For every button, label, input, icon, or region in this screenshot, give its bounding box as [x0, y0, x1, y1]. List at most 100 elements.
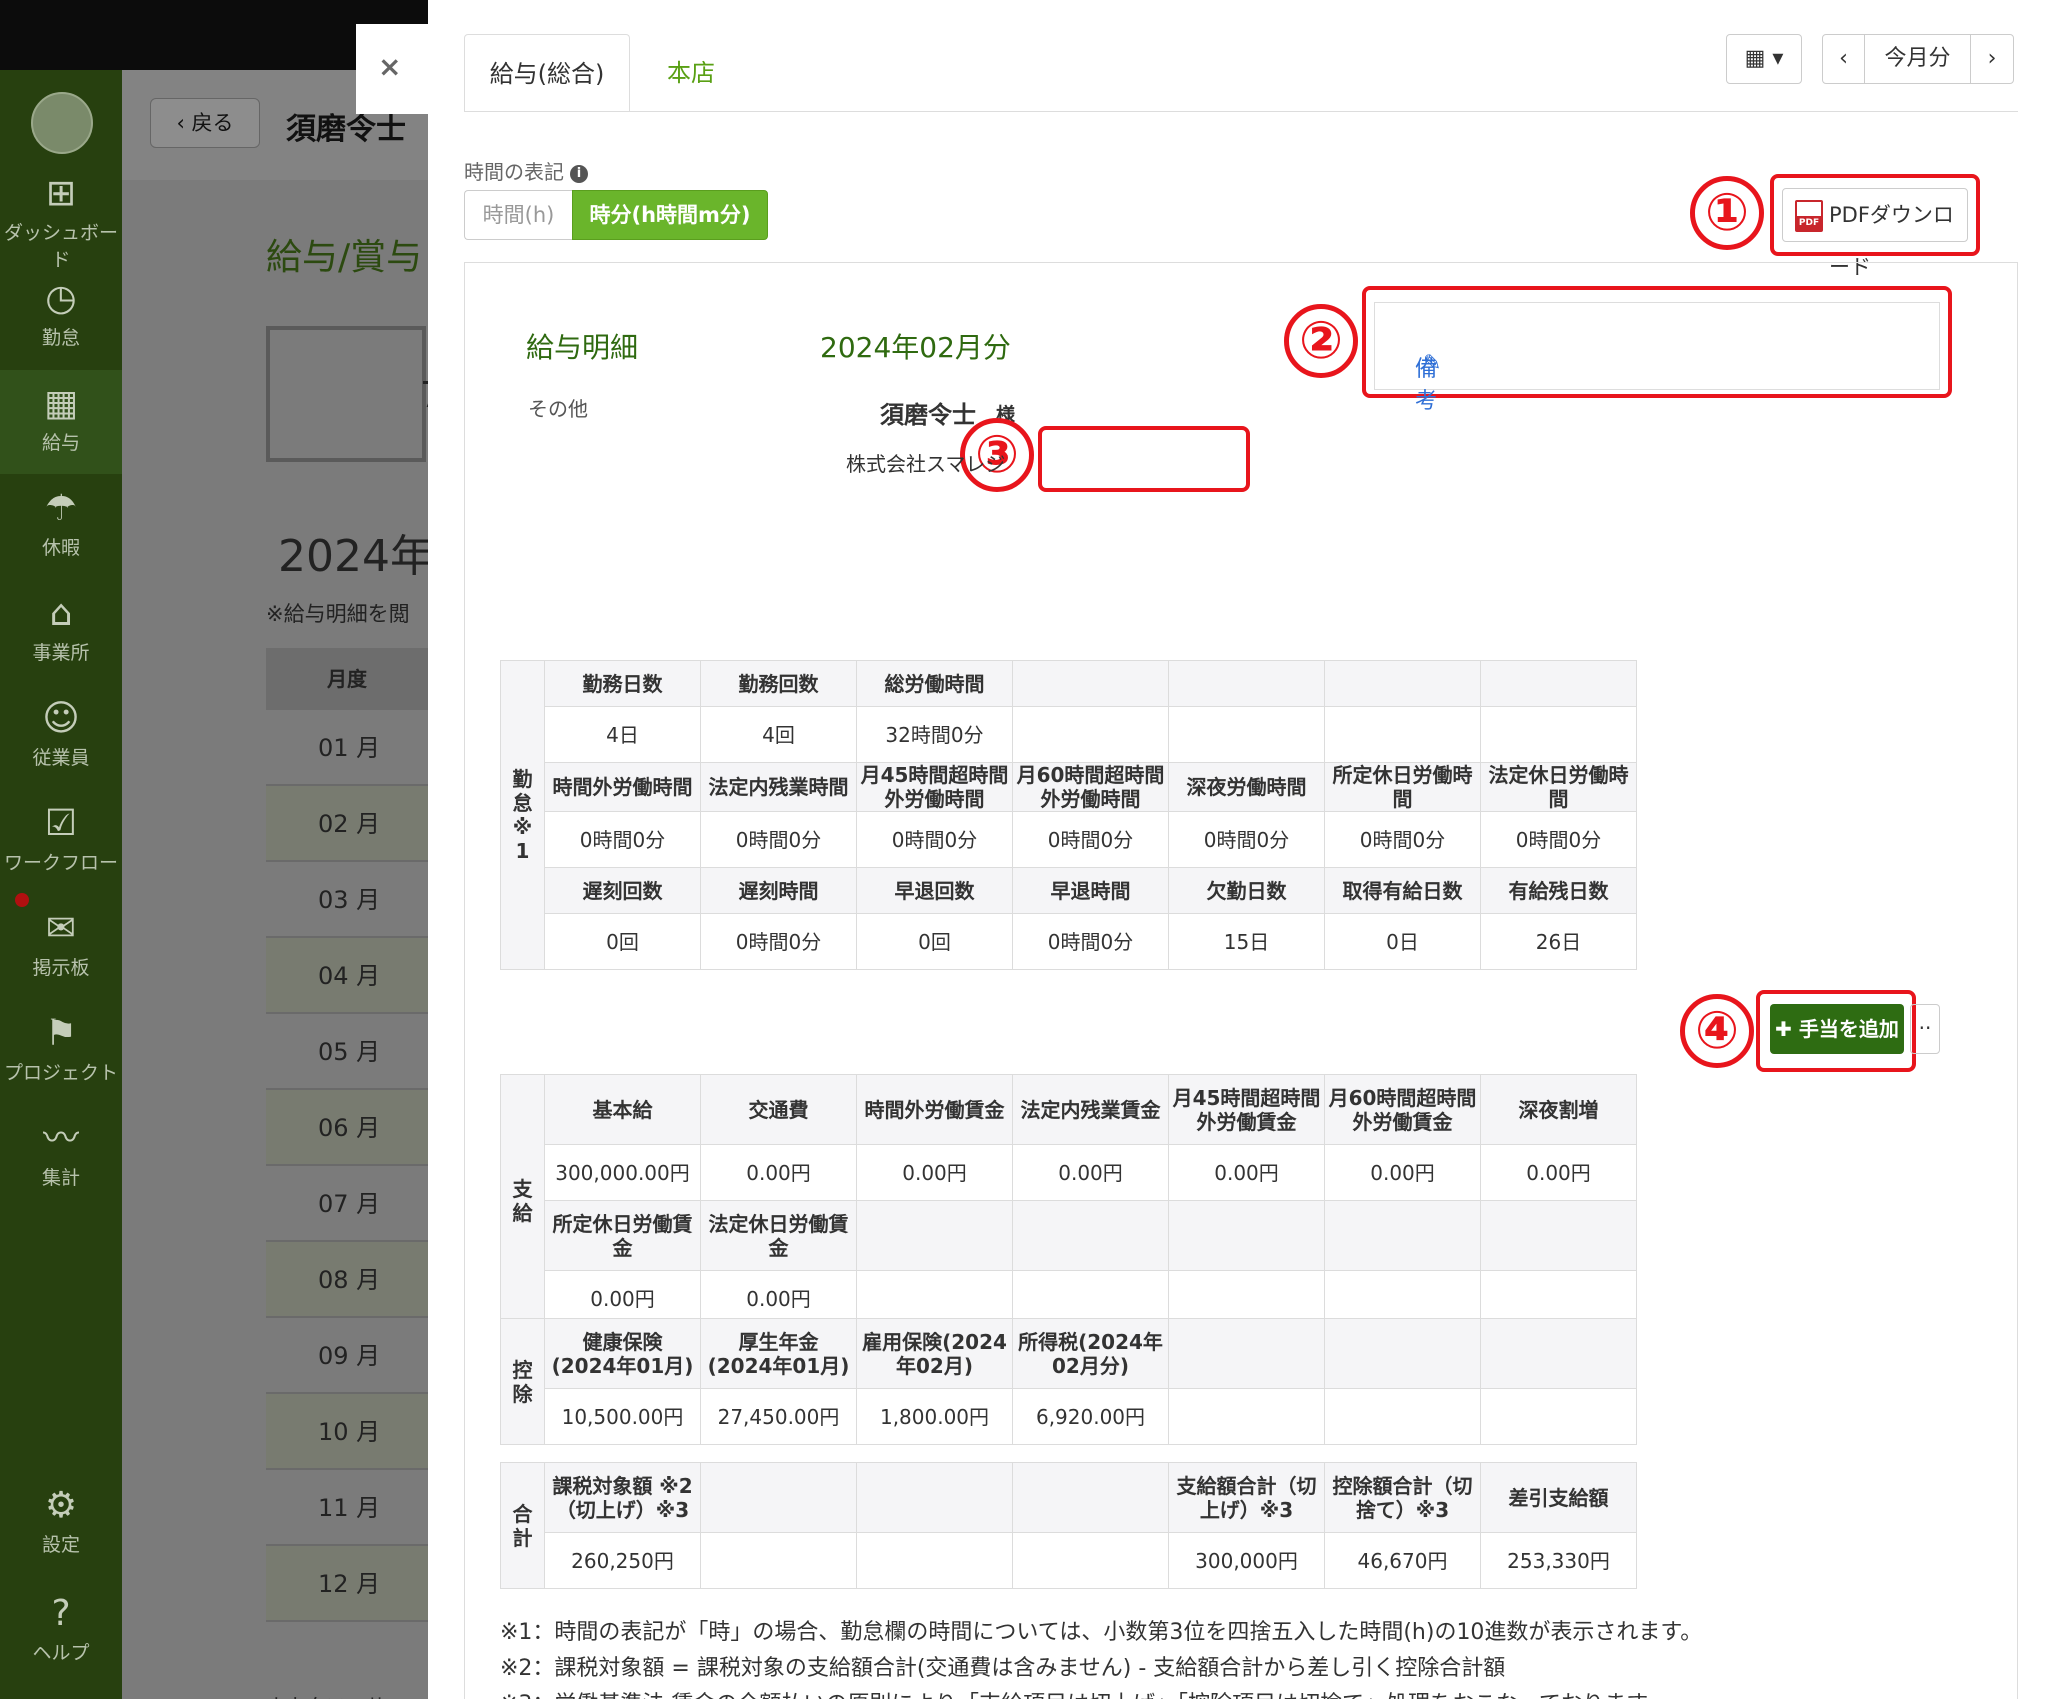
current-month-button[interactable]: 今月分	[1865, 35, 1971, 83]
plus-icon: ✚	[1775, 1017, 1792, 1041]
table-cell: 260,250円	[544, 1532, 701, 1589]
month-row[interactable]: 06 月	[266, 1090, 428, 1166]
pencil-icon: ✎	[1423, 351, 1442, 376]
payslip-title: 給与明細	[526, 331, 639, 364]
month-row[interactable]: 11 月	[266, 1470, 428, 1546]
month-row[interactable]: 08 月	[266, 1242, 428, 1318]
tab-payroll-total[interactable]: 給与(総合)	[464, 34, 630, 112]
time-format-hours-button[interactable]: 時間(h)	[464, 190, 572, 240]
notification-dot	[15, 893, 29, 907]
sidebar-item-6[interactable]: ☑ ワークフロー	[0, 790, 122, 894]
sidebar-item-5[interactable]: ☺ 従業員	[0, 685, 122, 789]
table-header-cell: 遅刻回数	[544, 867, 701, 914]
sidebar-item-label: ヘルプ	[32, 1642, 90, 1664]
sidebar-item-8[interactable]: ⚑ プロジェクト	[0, 1000, 122, 1104]
table-header-cell	[1324, 1200, 1481, 1271]
remarks-box[interactable]: 備考 ✎	[1374, 302, 1940, 414]
month-row[interactable]: 01 月	[266, 710, 428, 786]
calendar-icon: ▦	[1744, 46, 1766, 71]
annotation-box-3	[1038, 426, 1250, 492]
next-month-button[interactable]: ›	[1971, 35, 2013, 83]
table-header-cell: 月45時間超時間外労働賃金	[1168, 1074, 1325, 1145]
sidebar-item-9[interactable]: 〰集計	[0, 1105, 122, 1209]
table-header-cell	[1168, 1200, 1325, 1271]
table-header-cell: 勤務回数	[700, 660, 857, 707]
sidebar-item-3[interactable]: ☂ 休暇	[0, 475, 122, 579]
table-header-cell	[856, 1200, 1013, 1271]
table-header-row: 控除 健康保険 (2024年01月) 厚生年金 (2024年01月) 雇用保険(202…	[500, 1318, 1637, 1445]
sidebar-item-2[interactable]: ▦ 給与	[0, 370, 122, 474]
table-cell: 46,670円	[1324, 1532, 1481, 1589]
month-row[interactable]: 05 月	[266, 1014, 428, 1090]
sidebar-item-4[interactable]: ⌂ 事業所	[0, 580, 122, 684]
more-options-button[interactable]: ··	[1910, 1004, 1940, 1054]
add-allowance-button[interactable]: ✚ 手当を追加	[1770, 1004, 1904, 1054]
table-header-row: 支給 基本給 交通費 時間外労働賃金 法定内残業賃金 月45時間超時間外労働賃金 月60時間…	[500, 1074, 1637, 1327]
sidebar-item-7[interactable]: ✉ 掲示板	[0, 895, 122, 999]
table-cell: 0時間0分	[1012, 811, 1169, 868]
table-cell: 0時間0分	[700, 811, 857, 868]
sidebar-item-label: 給与	[41, 432, 80, 454]
checklist-icon: ☑	[44, 803, 78, 844]
caret-down-icon: ▾	[1772, 46, 1784, 71]
sidebar-item-1[interactable]: ◷ 勤怠	[0, 265, 122, 369]
prev-month-button[interactable]: ‹	[1823, 35, 1865, 83]
pdf-download-button[interactable]: PDF PDFダウンロード	[1782, 188, 1968, 279]
footnote-3: ※3：労働基準法 賃金の全額払いの原則により「支給項目は切上げ」「控除項目は切捨…	[500, 1686, 1668, 1699]
month-row[interactable]: 07 月	[266, 1166, 428, 1242]
month-row[interactable]: 04 月	[266, 938, 428, 1014]
section-label: 控除	[500, 1318, 545, 1445]
table-cell: 0.00円	[700, 1144, 857, 1201]
table-header-row: 遅刻回数 遅刻時間 早退回数 早退時間 欠勤日数 取得有給日数 有給残日数	[501, 867, 1637, 914]
table-cell: 0.00円	[856, 1144, 1013, 1201]
table-cell: 0.00円	[1168, 1144, 1325, 1201]
table-header-cell	[1480, 1318, 1637, 1389]
table-header-cell: 勤務日数	[544, 660, 701, 707]
sidebar-item-10[interactable]: ⚙ 設定	[0, 1472, 122, 1576]
tab-head-office[interactable]: 本店	[636, 34, 746, 112]
month-row[interactable]: 10 月	[266, 1394, 428, 1470]
back-button[interactable]: ‹ 戻る	[150, 98, 260, 148]
table-header-cell: 総労働時間	[856, 660, 1013, 707]
table-row: 260,250円 300,000円 46,670円 253,330円	[501, 1532, 1637, 1589]
logo-icon[interactable]	[31, 92, 93, 154]
sidebar-item-11[interactable]: ? ヘルプ	[0, 1580, 122, 1684]
month-row[interactable]: 09 月	[266, 1318, 428, 1394]
table-cell: 0回	[544, 913, 701, 970]
person-icon: ☺	[42, 698, 80, 739]
table-cell: 10,500.00円	[544, 1388, 701, 1445]
info-icon[interactable]: i	[570, 164, 588, 183]
attendance-table: 勤怠※1 勤務日数 勤務回数 総労働時間 4日 4回 32時間0分 時間外労働時間 法定内残業時…	[500, 660, 1637, 970]
flag-icon: ⚑	[44, 1013, 78, 1054]
table-row: 10,500.00円 27,450.00円 1,800.00円 6,920.00円	[501, 1388, 1637, 1445]
month-row[interactable]: 02 月	[266, 786, 428, 862]
table-header-cell: 差引支給額	[1480, 1462, 1637, 1533]
table-header-cell: 雇用保険(2024年02月)	[856, 1318, 1013, 1389]
sidebar-item-label: 集計	[41, 1167, 80, 1189]
table-row: 4日 4回 32時間0分	[501, 706, 1637, 763]
table-header-cell: 月60時間超時間外労働時間	[1012, 762, 1169, 812]
table-header-cell: 有給残日数	[1480, 867, 1637, 914]
time-format-hours-minutes-button[interactable]: 時分(h時間m分)	[572, 190, 768, 240]
table-header-cell: 支給額合計（切上げ）※3	[1168, 1462, 1325, 1533]
sidebar-item-label: 勤怠	[41, 327, 80, 349]
table-header-cell: 厚生年金 (2024年01月)	[700, 1318, 857, 1389]
footnote-2: ※2：課税対象額 = 課税対象の支給額合計(交通費は含みません) - 支給額合計…	[500, 1656, 1506, 1681]
month-row[interactable]: 12 月	[266, 1546, 428, 1622]
calendar-dropdown-button[interactable]: ▦ ▾	[1726, 34, 1802, 84]
background-bottom-text: ホカクフ・サ	[266, 1690, 386, 1699]
table-header-cell: 時間外労働賃金	[856, 1074, 1013, 1145]
dashboard-icon: ⊞	[45, 173, 77, 214]
sidebar-item-label: ワークフロー	[3, 852, 118, 874]
month-header: 月度	[266, 648, 428, 710]
table-header-cell: 課税対象額 ※2（切上げ）※3	[544, 1462, 701, 1533]
table-cell: 0時間0分	[1168, 811, 1325, 868]
clock-icon: ◷	[45, 278, 77, 319]
table-header-cell: 深夜労働時間	[1168, 762, 1325, 812]
month-row[interactable]: 03 月	[266, 862, 428, 938]
table-cell: 0時間0分	[856, 811, 1013, 868]
sidebar-item-label: 掲示板	[32, 957, 90, 979]
close-button[interactable]: ×	[356, 24, 428, 114]
calculator-icon: ▦	[43, 383, 78, 424]
sidebar-item-0[interactable]: ⊞ ダッシュボード	[0, 160, 122, 271]
